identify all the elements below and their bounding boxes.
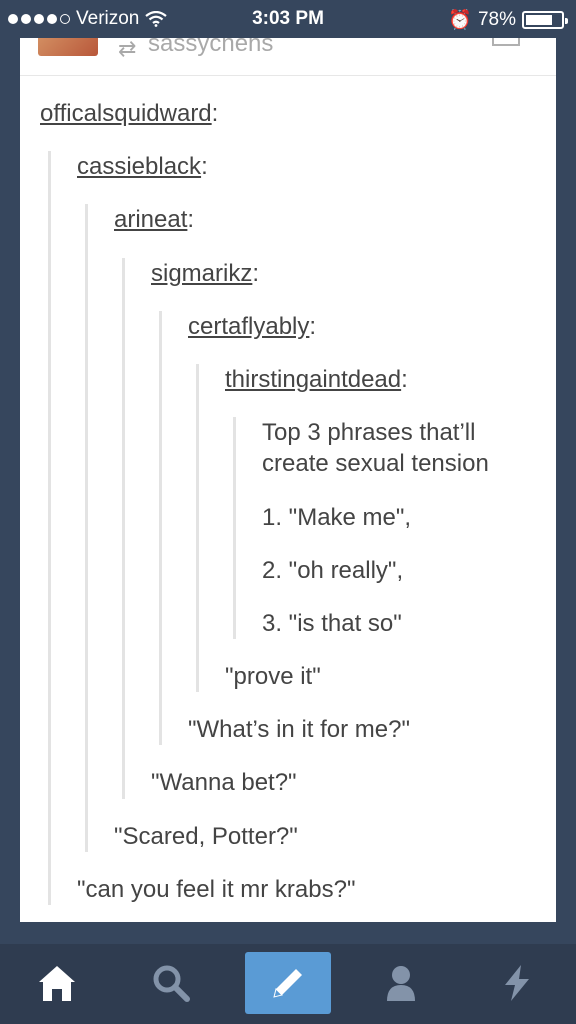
tab-bar (0, 944, 576, 1024)
trail-user-line: certaflyably: (188, 312, 317, 340)
post-card: ⇄ sassychens officalsquidward: cassiebla… (20, 38, 556, 922)
reblogged-from-user[interactable]: sassychens (148, 38, 273, 58)
tab-account[interactable] (358, 952, 444, 1014)
trail-user-link[interactable]: sigmarikz (151, 260, 252, 287)
status-bar: Verizon 3:03 PM ⏰ 78% (0, 0, 576, 38)
reply-text: "What’s in it for me?" (188, 716, 410, 744)
battery-icon (522, 11, 568, 29)
reply-text: "Scared, Potter?" (114, 822, 298, 850)
trail-quote: arineat: sigmarikz: certaflyably: thirst… (85, 204, 540, 852)
tab-compose[interactable] (245, 952, 331, 1014)
trail-quote: sigmarikz: certaflyably: thirstingaintde… (122, 257, 540, 799)
home-icon (39, 966, 75, 1001)
post-menu-button[interactable] (492, 38, 520, 46)
avatar[interactable] (38, 38, 98, 56)
trail-user-link[interactable]: certaflyably (188, 313, 309, 340)
reblog-trail: officalsquidward: cassieblack: arineat: … (40, 98, 540, 927)
list-item: 3. "is that so" (262, 609, 402, 637)
list-item: 2. "oh really", (262, 556, 404, 584)
alarm-icon: ⏰ (448, 10, 472, 31)
trail-quote: certaflyably: thirstingaintdead: Top 3 p… (159, 310, 540, 746)
trail-quote: cassieblack: arineat: sigmarikz: certafl… (48, 151, 540, 905)
status-right: ⏰ 78% (448, 8, 568, 32)
trail-user-line: arineat: (114, 206, 195, 234)
trail-quote: thirstingaintdead: Top 3 phrases that’ll… (196, 363, 540, 693)
trail-user-line: thirstingaintdead: (225, 365, 408, 393)
reply-text: "prove it" (225, 663, 321, 691)
reblog-icon: ⇄ (118, 38, 137, 61)
tab-search[interactable] (128, 952, 214, 1014)
original-post-quote: Top 3 phrases that’ll create sexual tens… (233, 417, 540, 640)
reply-text: "Wanna bet?" (151, 769, 297, 797)
list-item: 1. "Make me", (262, 503, 412, 531)
trail-user-line: officalsquidward: (40, 100, 219, 127)
trail-user-link[interactable]: cassieblack (77, 153, 201, 180)
activity-icon (505, 965, 529, 1001)
original-post-text: Top 3 phrases that’ll create sexual tens… (262, 419, 489, 478)
battery-percent: 78% (477, 9, 516, 30)
trail-user-line: cassieblack: (77, 153, 208, 181)
trail-user-line: sigmarikz: (151, 259, 260, 287)
tab-home[interactable] (14, 952, 100, 1014)
battery-fill (526, 15, 552, 25)
reply-text: "can you feel it mr krabs?" (77, 875, 356, 903)
trail-user-link[interactable]: thirstingaintdead (225, 366, 401, 393)
compose-icon (273, 969, 302, 998)
search-icon (153, 965, 190, 1002)
trail-user-link[interactable]: officalsquidward (40, 100, 212, 127)
account-icon (387, 966, 415, 1001)
trail-user-link[interactable]: arineat (114, 206, 187, 233)
tab-activity[interactable] (474, 952, 560, 1014)
post-header: ⇄ sassychens (20, 38, 556, 76)
